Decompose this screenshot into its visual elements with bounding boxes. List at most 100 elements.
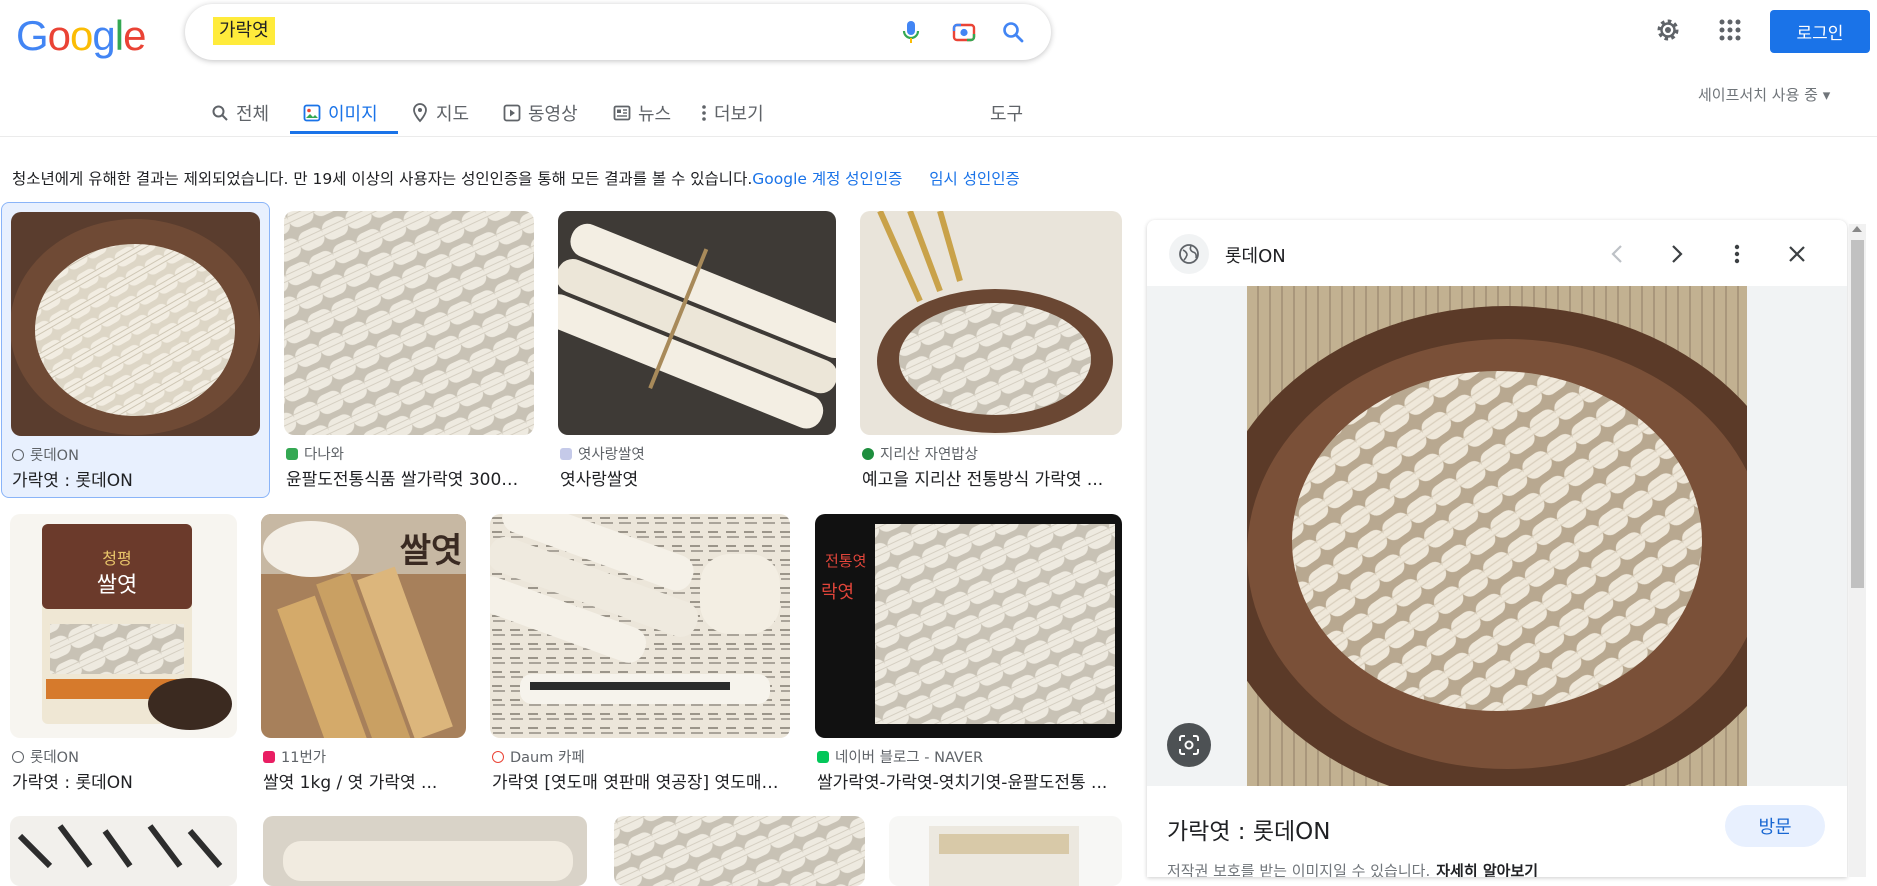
logo-letter: G [16,12,49,59]
result-title[interactable]: 쌀가락엿-가락엿-엿치기엿-윤팔도전통 ... [817,768,1117,793]
header-divider [0,136,1877,137]
pin-icon [410,103,430,123]
tab-label: 지도 [436,104,470,125]
search-input[interactable]: 가락엿 [213,17,275,45]
result-card[interactable]: Daum 카페 가락엿 [엿도매 엿판매 엿공장] 엿도매 ... [490,514,790,794]
tab-images[interactable]: 이미지 [302,92,378,134]
result-thumbnail[interactable]: 전통엿락엿 [815,514,1122,738]
copyright-notice: 저작권 보호를 받는 이미지일 수 있습니다. 자세히 알아보기 [1167,860,1538,877]
thumbnail-text: 락엿 [821,582,854,603]
result-title[interactable]: 가락엿 : 롯데ON [12,768,232,793]
search-icon[interactable] [999,18,1027,46]
result-title[interactable]: 가락엿 : 롯데ON [12,466,262,491]
result-card[interactable]: 쌀엿 11번가 쌀엿 1kg / 엿 가락엿 ... [261,514,466,794]
thumbnail-text: 쌀엿 [400,531,463,571]
source-name: Daum 카페 [510,750,585,766]
tools-button[interactable]: 도구 [990,92,1023,134]
logo-letter: o [70,12,93,59]
panel-source-name[interactable]: 롯데ON [1225,242,1286,268]
mic-icon[interactable] [897,18,925,46]
copyright-text: 저작권 보호를 받는 이미지일 수 있습니다. [1167,862,1431,877]
panel-title[interactable]: 가락엿 : 롯데ON [1167,812,1330,846]
lens-icon[interactable] [1167,723,1211,767]
camera-icon[interactable] [950,18,978,46]
visit-button[interactable]: 방문 [1725,805,1825,847]
preview-image[interactable] [1207,286,1807,806]
result-source: 엿사랑쌀엿 [560,443,645,464]
source-name: 엿사랑쌀엿 [578,447,645,463]
result-card[interactable]: 지리산 자연밥상 예고을 지리산 전통방식 가락엿 ... [860,211,1122,491]
result-thumbnail[interactable] [284,211,534,435]
news-icon [612,103,632,123]
tab-label: 더보기 [714,104,764,125]
search-icon [210,103,230,123]
tab-label: 이미지 [328,104,378,125]
result-title[interactable]: 엿사랑쌀엿 [560,465,830,490]
globe-icon [12,750,24,763]
result-source: 네이버 블로그 - NAVER [817,746,983,767]
gear-icon[interactable] [1652,14,1684,46]
page-favicon [560,447,572,460]
logo-letter: o [47,12,71,59]
source-name: 다나와 [304,447,345,463]
source-name: 네이버 블로그 - NAVER [835,750,984,766]
result-title[interactable]: 가락엿 [엿도매 엿판매 엿공장] 엿도매 ... [492,768,782,793]
result-card[interactable]: 다나와 윤팔도전통식품 쌀가락엿 300g ... [284,211,534,491]
search-box[interactable]: 가락엿 [185,4,1051,60]
result-thumbnail[interactable] [614,816,865,886]
tab-videos[interactable]: 동영상 [502,92,578,134]
safesearch-toggle[interactable]: 세이프서치 사용 중 ▾ [1698,84,1830,105]
result-thumbnail[interactable] [490,514,790,738]
tab-label: 전체 [236,104,270,125]
google-account-verify-link[interactable]: Google 계정 성인인증 [752,170,902,188]
tab-more[interactable]: 더보기 [700,92,764,134]
result-thumbnail[interactable] [263,816,587,886]
logo-letter: e [123,12,146,59]
tab-all[interactable]: 전체 [210,92,269,134]
globe-icon [12,448,24,461]
tab-maps[interactable]: 지도 [410,92,469,134]
image-preview-panel: 롯데ON 가락엿 : 롯데ON 방문 저작권 보호를 받는 이미지일 수 있습니… [1147,220,1847,877]
result-thumbnail[interactable]: 쌀엿 [261,514,466,738]
result-title[interactable]: 윤팔도전통식품 쌀가락엿 300g ... [286,465,526,490]
logo-letter: g [92,12,115,59]
result-source: 11번가 [263,746,326,767]
login-button[interactable]: 로그인 [1770,10,1870,53]
google-logo[interactable]: Google [16,12,146,60]
panel-header: 롯데ON [1147,220,1847,286]
chevron-left-icon[interactable] [1601,238,1633,270]
result-title[interactable]: 예고을 지리산 전통방식 가락엿 ... [862,465,1107,490]
page-favicon [862,447,874,460]
close-icon[interactable] [1781,238,1813,270]
result-thumbnail[interactable] [11,212,260,436]
apps-grid-icon[interactable] [1714,14,1746,46]
package-text: 쌀엿 [97,573,137,598]
active-tab-indicator [290,131,398,134]
result-thumbnail[interactable] [860,211,1122,435]
result-thumbnail[interactable] [889,816,1122,886]
logo-letter: l [114,12,124,59]
temp-verify-link[interactable]: 임시 성인인증 [929,170,1020,188]
source-name: 롯데ON [30,750,79,766]
result-thumbnail[interactable] [10,816,237,886]
learn-more-link[interactable]: 자세히 알아보기 [1436,862,1538,877]
result-card[interactable]: 전통엿락엿 네이버 블로그 - NAVER 쌀가락엿-가락엿-엿치기엿-윤팔도전… [815,514,1122,794]
result-thumbnail[interactable]: 청평 쌀엿 [10,514,237,738]
result-card[interactable]: 청평 쌀엿 롯데ON 가락엿 : 롯데ON [10,514,237,794]
scroll-up-arrow[interactable] [1852,226,1862,232]
more-vert-icon[interactable] [1721,238,1753,270]
scrollbar-thumb[interactable] [1851,240,1864,588]
result-title[interactable]: 쌀엿 1kg / 엿 가락엿 ... [263,768,463,793]
result-card[interactable]: 엿사랑쌀엿 엿사랑쌀엿 [558,211,836,491]
chevron-right-icon[interactable] [1661,238,1693,270]
result-source: 지리산 자연밥상 [862,443,978,464]
result-thumbnail[interactable] [558,211,836,435]
tab-news[interactable]: 뉴스 [612,92,671,134]
result-source: 롯데ON [12,746,79,767]
naver-blog-favicon [817,750,829,763]
source-name: 11번가 [281,750,327,766]
play-icon [502,103,522,123]
thumbnail-text: 전통엿 [825,552,866,570]
11st-favicon [263,750,275,763]
result-card[interactable]: 롯데ON 가락엿 : 롯데ON [1,202,270,498]
